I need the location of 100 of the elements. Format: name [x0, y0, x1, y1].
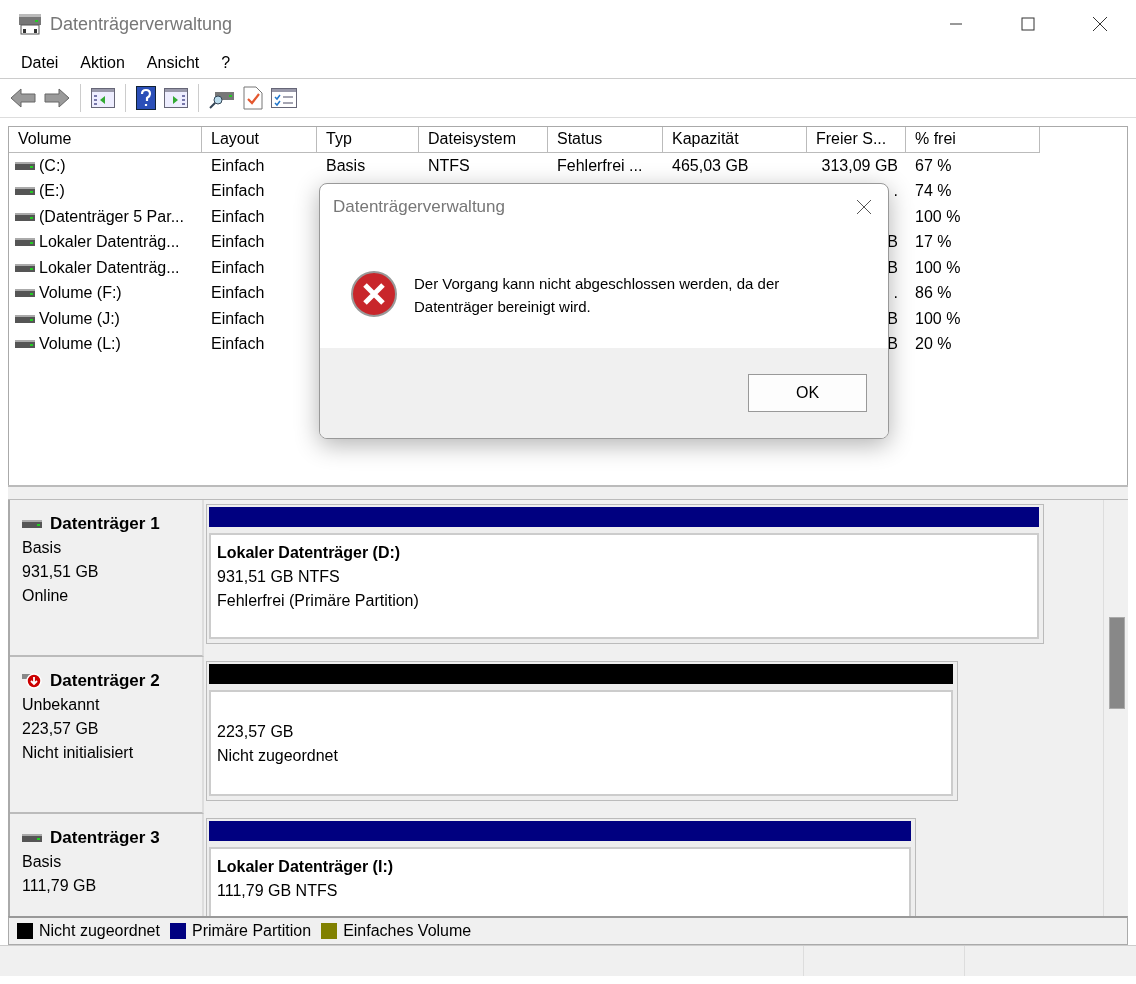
table-cell-text: B [886, 309, 899, 328]
partition-title: Lokaler Datenträger (D:) [217, 543, 402, 563]
legend-label: Primäre Partition [191, 922, 312, 940]
disk-name: Datenträger 1 [50, 513, 160, 535]
table-cell-text: 20 % [914, 335, 953, 354]
table-cell: Volume (F:) [39, 284, 122, 303]
drive-icon [15, 313, 35, 324]
table-cell-text: Einfach [210, 284, 266, 303]
drive-icon [15, 237, 35, 248]
disk-info-panel[interactable]: Datenträger 2 Unbekannt 223,57 GB Nicht initialisiert [10, 657, 204, 814]
drive-icon [22, 519, 42, 529]
table-cell-text: 100 % [914, 309, 962, 328]
column-header[interactable]: Layout [202, 127, 317, 153]
disk-detail: 223,57 GB [22, 719, 100, 739]
table-cell-text: 100 % [914, 258, 962, 277]
scrollbar[interactable] [1103, 500, 1128, 916]
table-cell-text: Fehlerfrei ... [556, 156, 644, 175]
disk-management-icon [18, 12, 42, 36]
table-cell-text: . [892, 284, 899, 303]
table-cell: Volume (J:) [39, 309, 120, 328]
drive-icon [15, 186, 35, 197]
disk-error-icon [22, 672, 42, 690]
column-header[interactable]: Kapazität [663, 127, 807, 153]
partition-detail: Nicht zugeordnet [217, 746, 339, 766]
menu-item[interactable]: ? [210, 52, 242, 74]
checked-document-icon[interactable] [243, 86, 263, 110]
table-cell-text: Einfach [210, 156, 266, 175]
column-header[interactable]: Dateisystem [419, 127, 548, 153]
scrollbar-thumb[interactable] [1109, 617, 1125, 709]
disk-name: Datenträger 2 [50, 670, 160, 692]
table-cell-text: 74 % [914, 182, 953, 201]
ok-button[interactable]: OK [748, 374, 867, 412]
disk-info-panel[interactable]: Datenträger 1 Basis 931,51 GB Online [10, 500, 204, 657]
table-cell-text: Einfach [210, 309, 266, 328]
error-message: Der Vorgang kann nicht abgeschlossen werden, da der Datenträger bereinigt wird. [414, 274, 781, 317]
table-cell-text: Einfach [210, 233, 266, 252]
menu-item[interactable]: Aktion [69, 52, 136, 74]
partition-detail: 111,79 GB NTFS [217, 881, 339, 901]
table-cell: (E:) [39, 182, 65, 201]
disk-detail: 111,79 GB [22, 876, 98, 896]
partition-title: Lokaler Datenträger (I:) [217, 857, 395, 877]
table-cell-text: B [886, 258, 899, 277]
disk-detail: Basis [22, 538, 63, 558]
disk-detail: 931,51 GB [22, 562, 100, 582]
table-cell-text: 465,03 GB [671, 156, 750, 175]
partition-detail: 223,57 GB [217, 722, 295, 742]
partition-detail: Fehlerfrei (Primäre Partition) [217, 591, 420, 611]
disk-detail: Unbekannt [22, 695, 101, 715]
table-cell-text: Einfach [210, 182, 266, 201]
maximize-icon [1021, 17, 1035, 31]
drive-icon [15, 160, 35, 171]
menu-item[interactable]: Ansicht [135, 52, 211, 74]
menu-item[interactable]: Datei [10, 52, 70, 74]
table-cell-text: Einfach [210, 258, 266, 277]
partition-detail: 931,51 GB NTFS [217, 567, 341, 587]
error-icon [350, 270, 398, 318]
disk-name: Datenträger 3 [50, 827, 160, 849]
close-icon [856, 199, 872, 215]
column-header[interactable]: Status [548, 127, 663, 153]
panel-icon[interactable] [91, 88, 115, 108]
table-cell-text: Einfach [210, 335, 266, 354]
table-cell: (Datenträger 5 Par... [39, 207, 184, 226]
column-header[interactable]: Typ [317, 127, 419, 153]
table-cell: Lokaler Datenträg... [39, 233, 180, 252]
back-icon[interactable] [10, 87, 36, 109]
panel-icon[interactable] [164, 88, 188, 108]
table-cell-text: Basis [325, 156, 367, 175]
legend-label: Nicht zugeordnet [39, 922, 160, 940]
table-cell-text: 86 % [914, 284, 953, 303]
checklist-icon[interactable] [271, 88, 297, 108]
disk-detail: Nicht initialisiert [22, 743, 135, 763]
help-icon[interactable] [136, 86, 156, 110]
table-cell-text: 67 % [914, 156, 953, 175]
partition-block[interactable]: 223,57 GB Nicht zugeordnet [206, 661, 958, 801]
column-header[interactable]: Volume [9, 127, 202, 153]
drive-icon [15, 288, 35, 299]
table-cell-text: 313,09 GB [820, 156, 899, 175]
table-cell: (C:) [39, 156, 66, 175]
drive-icon [15, 211, 35, 222]
table-cell: Volume (L:) [39, 335, 121, 354]
table-cell-text: NTFS [427, 156, 471, 175]
drive-icon [22, 833, 42, 843]
table-cell-text: . [892, 182, 899, 201]
drive-icon [15, 339, 35, 350]
table-cell: Lokaler Datenträg... [39, 258, 180, 277]
drive-icon [15, 262, 35, 273]
forward-icon[interactable] [44, 87, 70, 109]
close-icon [1092, 16, 1108, 32]
partition-block[interactable]: Lokaler Datenträger (I:) 111,79 GB NTFS [206, 818, 916, 916]
legend-label: Einfaches Volume [343, 922, 472, 940]
dialog-title: Datenträgerverwaltung [333, 197, 506, 217]
table-cell-text: B [886, 335, 899, 354]
column-header[interactable]: % frei [906, 127, 1040, 153]
table-cell-text: 100 % [914, 207, 962, 226]
table-cell-text: Einfach [210, 207, 266, 226]
column-header[interactable]: Freier S... [807, 127, 906, 153]
window-title: Datenträgerverwaltung [50, 13, 234, 35]
table-cell-text: 17 % [914, 233, 953, 252]
table-cell-text: B [886, 233, 899, 252]
partition-block[interactable]: Lokaler Datenträger (D:) 931,51 GB NTFS Fehlerfrei (Primäre Partition) [206, 504, 1044, 644]
